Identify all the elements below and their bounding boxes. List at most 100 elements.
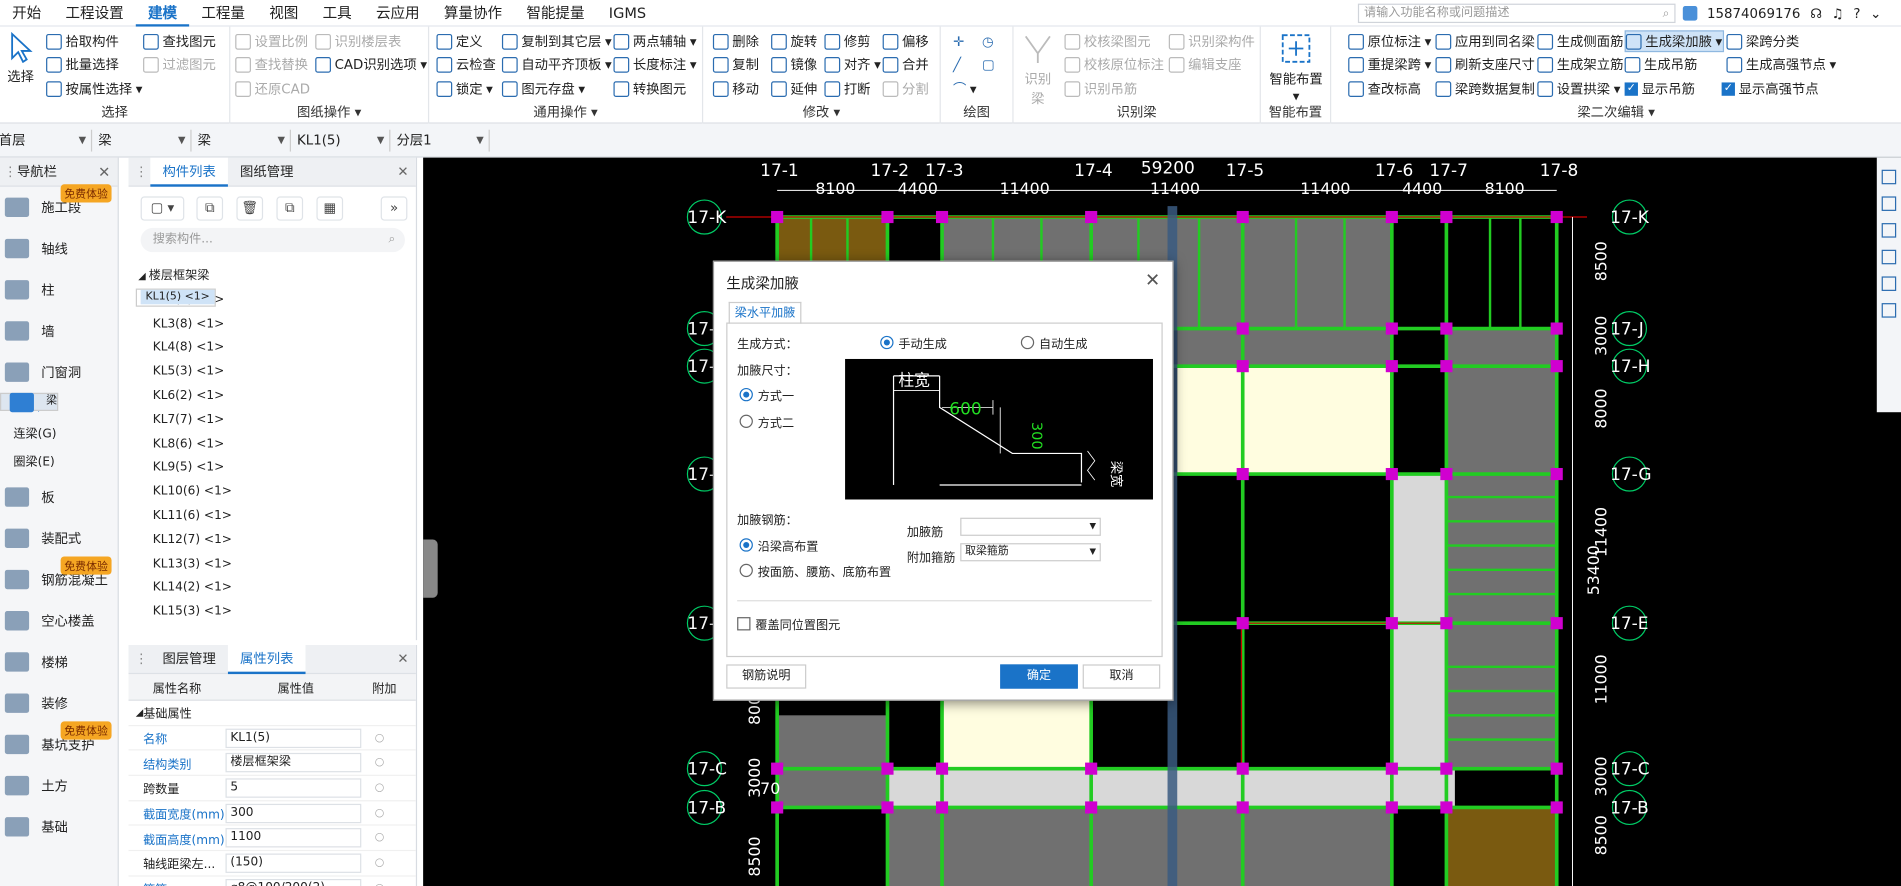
duplicate-component-button[interactable]: ⧉: [276, 196, 304, 221]
nav-item[interactable]: 空心楼盖: [0, 600, 118, 641]
menu-view[interactable]: 视图: [257, 0, 310, 26]
property-value[interactable]: KL1(5): [225, 728, 362, 748]
extend-button[interactable]: 延伸: [771, 78, 817, 100]
view-3d-icon[interactable]: [1881, 169, 1897, 185]
lock-button[interactable]: 锁定 ▾: [436, 78, 493, 100]
tree-item[interactable]: KL12(7) <1>: [136, 528, 403, 552]
extra-toggle-icon[interactable]: ○: [361, 807, 397, 819]
close-icon[interactable]: ✕: [98, 158, 110, 187]
edit-support-button[interactable]: 编辑支座: [1168, 53, 1241, 75]
side-bar-button[interactable]: 生成侧面筋: [1537, 30, 1623, 52]
auto-align-slab-button[interactable]: 自动平齐顶板 ▾: [501, 53, 612, 75]
select-button[interactable]: 选择: [5, 31, 37, 87]
define-button[interactable]: 定义: [436, 30, 483, 52]
close-icon[interactable]: ✕: [1145, 269, 1160, 291]
refresh-support-button[interactable]: 刷新支座尺寸: [1435, 53, 1535, 75]
length-dim-button[interactable]: 长度标注 ▾: [613, 53, 697, 75]
component-search-input[interactable]: 搜索构件... ⌕: [140, 227, 405, 253]
apply-same-beam-button[interactable]: 应用到同名梁: [1435, 30, 1535, 52]
menu-smart-extract[interactable]: 智能提量: [514, 0, 596, 26]
show-node-checkbox[interactable]: ✓ 显示高强节点: [1721, 78, 1819, 100]
panel-collapse-handle[interactable]: [423, 539, 438, 598]
identify-hanger-button[interactable]: 识别吊筋: [1064, 78, 1137, 100]
floor-select[interactable]: 首层 ▼: [0, 129, 93, 152]
layer-icon[interactable]: [1881, 223, 1897, 238]
copy-button[interactable]: 复制: [712, 53, 759, 75]
line-draw-button[interactable]: ╱: [953, 53, 961, 75]
tree-item[interactable]: KL13(3) <1>: [136, 552, 403, 576]
rebar-help-button[interactable]: 钢筋说明: [726, 664, 807, 689]
user-name[interactable]: 15874069176: [1707, 5, 1800, 21]
new-component-button[interactable]: ▢ ▾: [140, 196, 185, 221]
smart-layout-button[interactable]: 智能布置 ▾: [1266, 32, 1327, 104]
cad-options-button[interactable]: CAD识别选项 ▾: [315, 53, 427, 75]
tree-item[interactable]: KL5(3) <1>: [136, 360, 403, 384]
property-value[interactable]: 1100: [225, 828, 362, 848]
two-point-axis-button[interactable]: 两点辅轴 ▾: [613, 30, 697, 52]
chevron-down-icon[interactable]: ⌄: [1870, 5, 1881, 21]
cube-icon[interactable]: [1881, 196, 1897, 211]
batch-select-button[interactable]: 批量选择: [46, 53, 119, 75]
high-strength-node-button[interactable]: 生成高强节点 ▾: [1726, 53, 1836, 75]
property-value[interactable]: 5: [225, 778, 362, 798]
bell-icon[interactable]: ♫: [1832, 5, 1844, 21]
identify-beam-component-button[interactable]: 识别梁构件: [1168, 30, 1255, 52]
tree-root[interactable]: ◢ 楼层框架梁: [136, 264, 403, 288]
check-elevation-button[interactable]: 查改标高: [1348, 78, 1421, 100]
identify-beam-button[interactable]: 识别梁: [1018, 32, 1057, 108]
component-select[interactable]: KL1(5) ▼: [293, 129, 391, 152]
nav-item[interactable]: 楼梯: [0, 641, 118, 682]
menu-igms[interactable]: IGMS: [597, 0, 659, 26]
fit-icon[interactable]: [1881, 249, 1897, 265]
hanger-bar-button[interactable]: 生成吊筋: [1624, 53, 1697, 75]
nav-item[interactable]: 轴线: [0, 228, 118, 269]
menu-quantity[interactable]: 工程量: [189, 0, 257, 26]
tree-item[interactable]: KL6(2) <1>: [136, 384, 403, 408]
arch-beam-button[interactable]: 设置拱梁 ▾: [1537, 78, 1620, 100]
extra-toggle-icon[interactable]: ○: [361, 757, 397, 769]
cloud-check-button[interactable]: 云检查: [436, 53, 496, 75]
delete-component-button[interactable]: 🗑: [236, 196, 264, 221]
rebar-option2-radio[interactable]: 按面筋、腰筋、底筋布置: [739, 561, 891, 580]
nav-subitem[interactable]: 连梁(G): [0, 421, 118, 449]
move-button[interactable]: 移动: [712, 78, 759, 100]
nav-item[interactable]: 基坑支护 免费体验: [0, 721, 118, 765]
split-button[interactable]: 分割: [882, 78, 929, 100]
generate-haunch-button[interactable]: 生成梁加腋 ▾: [1624, 30, 1724, 53]
tab-layer-management[interactable]: 图层管理: [150, 644, 228, 673]
menu-start[interactable]: 开始: [0, 0, 53, 26]
extra-stirrup-select[interactable]: 取梁箍筋 ▼: [960, 543, 1101, 562]
nav-subitem[interactable]: 圈梁(E): [0, 449, 118, 477]
user-avatar-icon[interactable]: [1682, 6, 1698, 21]
extra-toggle-icon[interactable]: ○: [361, 857, 397, 869]
cancel-button[interactable]: 取消: [1082, 664, 1161, 689]
grip-icon[interactable]: ⋮: [4, 158, 17, 187]
span-classify-button[interactable]: 梁跨分类: [1726, 30, 1799, 52]
extra-toggle-icon[interactable]: ○: [361, 732, 397, 744]
tree-item[interactable]: KL10(6) <1>: [136, 480, 403, 504]
property-value[interactable]: (150): [225, 853, 362, 873]
break-button[interactable]: 打断: [824, 78, 871, 100]
list-icon[interactable]: [1881, 303, 1897, 318]
in-place-annotation-button[interactable]: 原位标注 ▾: [1348, 30, 1431, 52]
property-value[interactable]: 300: [225, 803, 362, 823]
nav-item[interactable]: 柱: [0, 269, 118, 310]
menu-modeling[interactable]: 建模: [135, 0, 190, 27]
select-by-property-button[interactable]: 按属性选择 ▾: [46, 78, 142, 100]
align-button[interactable]: 对齐 ▾: [824, 53, 881, 75]
tree-item[interactable]: KL8(6) <1>: [136, 432, 403, 456]
trim-button[interactable]: 修剪: [824, 30, 871, 52]
size-option2-radio[interactable]: 方式二: [739, 412, 794, 430]
property-value[interactable]: ⌀8@100/200(2): [225, 878, 362, 886]
save-element-button[interactable]: 图元存盘 ▾: [501, 78, 585, 100]
rect-draw-button[interactable]: ▢: [982, 53, 995, 75]
find-replace-button[interactable]: 查找替换: [235, 53, 308, 75]
find-element-button[interactable]: 查找图元: [143, 30, 216, 52]
nav-item[interactable]: 墙: [0, 310, 118, 351]
cover-checkbox[interactable]: 覆盖同位置图元: [737, 615, 840, 633]
nav-item[interactable]: 钢筋混凝土 免费体验: [0, 556, 118, 600]
ok-button[interactable]: 确定: [1000, 664, 1078, 689]
arc-draw-button[interactable]: ⌒ ▾: [953, 78, 977, 100]
extra-toggle-icon[interactable]: ○: [361, 832, 397, 844]
set-scale-button[interactable]: 设置比例: [235, 30, 308, 52]
